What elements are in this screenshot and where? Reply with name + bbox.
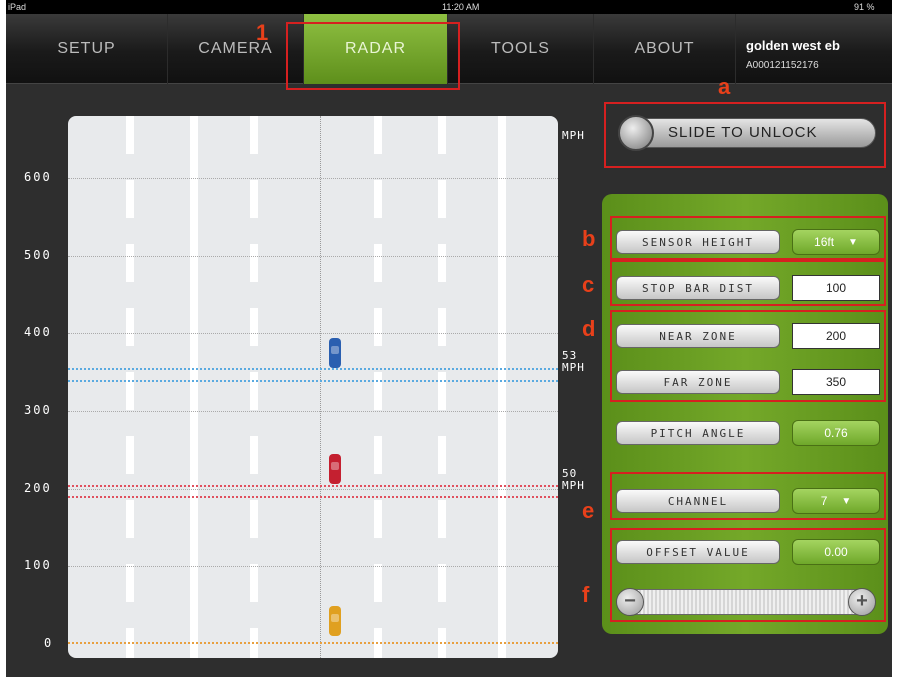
mph-top-label: MPH xyxy=(562,129,585,142)
y-tick-label: 300 xyxy=(24,402,52,417)
device-label: iPad xyxy=(8,2,27,12)
gridline xyxy=(68,177,558,179)
annotation-label-b: b xyxy=(582,226,596,251)
gridline xyxy=(68,410,558,412)
annotation-box-f xyxy=(610,528,886,622)
center-line xyxy=(320,116,321,658)
annotation-box-a xyxy=(604,102,886,168)
red-zone-line xyxy=(68,484,558,487)
annotation-label-e: e xyxy=(582,498,595,523)
blue-zone-line xyxy=(68,379,558,382)
y-tick-label: 0 xyxy=(44,636,54,650)
gridline xyxy=(68,566,558,568)
battery-label: 91 % xyxy=(854,2,875,12)
lane-line xyxy=(250,116,258,658)
annotation-label-d: d xyxy=(582,316,596,341)
device-id: A000121152176 xyxy=(746,60,819,71)
pitch-angle-field[interactable]: 0.76 xyxy=(792,420,880,446)
annotation-box-b xyxy=(610,216,886,260)
annotation-box-c xyxy=(610,260,886,306)
gridline xyxy=(68,333,558,335)
annotation-label-1: 1 xyxy=(256,20,269,45)
lane-line xyxy=(126,116,134,658)
pitch-angle-button[interactable]: PITCH ANGLE xyxy=(616,421,780,445)
lane-line xyxy=(374,116,382,658)
blue-zone-line xyxy=(68,368,558,371)
tab-tools[interactable]: TOOLS xyxy=(448,14,594,84)
lane-line xyxy=(438,116,446,658)
blue-car-icon xyxy=(329,337,341,368)
tab-about[interactable]: ABOUT xyxy=(594,14,736,84)
annotation-label-a: a xyxy=(718,74,731,99)
status-bar: iPad 11:20 AM 91 % xyxy=(6,0,892,14)
gridline xyxy=(68,488,558,490)
lane-line xyxy=(190,116,198,658)
device-name: golden west eb xyxy=(746,38,840,53)
tab-camera[interactable]: CAMERA xyxy=(168,14,304,84)
speed-near-unit: MPH xyxy=(562,361,585,374)
tab-setup[interactable]: SETUP xyxy=(6,14,168,84)
annotation-box-d xyxy=(610,310,886,402)
annotation-box-e xyxy=(610,472,886,520)
radar-view: 600 500 400 300 200 100 0 MPH 53 MPH 50 MPH SL… xyxy=(6,84,892,677)
annotation-label-f: f xyxy=(582,582,590,607)
clock: 11:20 AM xyxy=(442,2,480,12)
y-tick-label: 100 xyxy=(24,558,52,573)
y-tick-label: 600 xyxy=(24,169,52,184)
red-zone-line xyxy=(68,496,558,499)
red-car-icon xyxy=(329,454,341,485)
y-tick-label: 500 xyxy=(24,247,52,262)
annotation-label-c: c xyxy=(582,272,595,297)
lane-line xyxy=(498,116,506,658)
annotation-box-1 xyxy=(286,22,460,90)
y-tick-label: 200 xyxy=(24,480,52,495)
radar-plot xyxy=(68,116,558,658)
yellow-car-icon xyxy=(329,605,341,636)
y-tick-label: 400 xyxy=(24,325,52,340)
orange-zone-line xyxy=(68,641,558,644)
gridline xyxy=(68,255,558,257)
speed-far-unit: MPH xyxy=(562,479,585,492)
ipad-screen: iPad 11:20 AM 91 % SETUP CAMERA RADAR TO… xyxy=(6,0,892,677)
